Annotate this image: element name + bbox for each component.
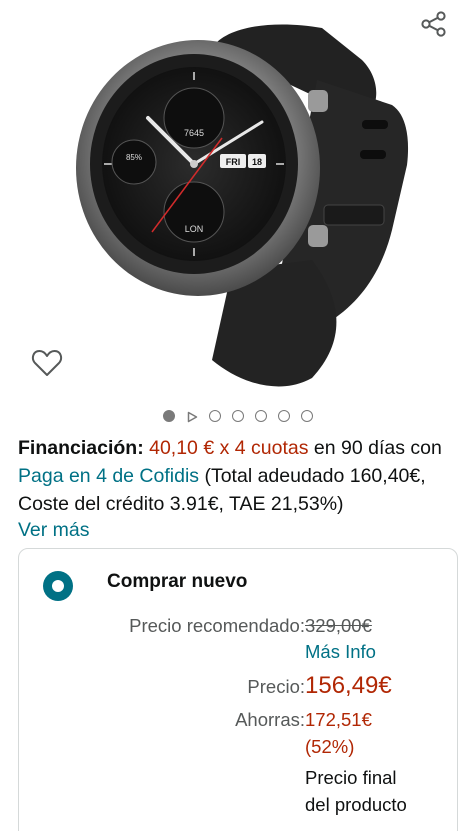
carousel-dot[interactable]: [254, 410, 267, 422]
subdial-bottom-value: LON: [185, 224, 204, 234]
carousel-video-indicator[interactable]: [185, 410, 198, 423]
crown-button-bottom: [308, 225, 328, 247]
heart-outline-icon: [31, 350, 63, 376]
cofidis-link[interactable]: Paga en 4 de Cofidis: [18, 465, 199, 487]
financing-quota: 40,10 € x 4 cuotas: [149, 437, 309, 459]
carousel-dot[interactable]: [231, 410, 244, 422]
strap-hole: [362, 120, 388, 129]
play-icon: [187, 411, 197, 423]
carousel-dot[interactable]: [277, 410, 290, 422]
buy-new-title: Comprar nuevo: [107, 571, 248, 592]
watch-image: 7645 85% LON FRI 18: [76, 24, 409, 387]
subdial-left-value: 85%: [126, 153, 142, 162]
strap-buckle: [323, 204, 385, 226]
subdial-top: [163, 87, 225, 149]
hand-pivot: [190, 160, 198, 168]
recommended-price-label: Precio recomendado:: [129, 615, 305, 636]
price-label: Precio:: [247, 676, 305, 697]
strap-hole: [360, 150, 386, 159]
product-image[interactable]: 7645 85% LON FRI 18: [62, 0, 412, 395]
final-price-note-line2: del producto: [305, 794, 407, 815]
more-info-link[interactable]: Más Info: [305, 639, 376, 665]
financing-text: en 90 días con: [308, 437, 442, 459]
day-text: FRI: [226, 157, 241, 167]
add-to-wishlist-button[interactable]: [28, 344, 66, 382]
product-image-gallery[interactable]: 7645 85% LON FRI 18: [0, 0, 475, 400]
crown-button-top: [308, 90, 328, 112]
carousel-indicator: [0, 408, 475, 424]
savings-label: Ahorras:: [235, 709, 305, 730]
subdial-left: [111, 139, 157, 185]
share-button[interactable]: [418, 8, 450, 40]
price-value: 156,49€: [305, 672, 392, 699]
savings-percent: (52%): [305, 736, 355, 757]
buy-new-radio[interactable]: [43, 571, 73, 601]
financing-label: Financiación:: [18, 437, 144, 459]
share-icon: [421, 11, 446, 37]
buy-new-option-card[interactable]: Comprar nuevo Precio recomendado: 329,00…: [18, 548, 458, 831]
radio-selected-dot: [52, 580, 64, 592]
final-price-note-line1: Precio final: [305, 767, 397, 788]
date-text: 18: [252, 157, 262, 167]
subdial-top-value: 7645: [184, 128, 204, 138]
carousel-dot[interactable]: [300, 410, 313, 422]
see-more-link[interactable]: Ver más: [18, 516, 90, 544]
carousel-dot[interactable]: [208, 410, 221, 422]
financing-info: Financiación: 40,10 € x 4 cuotas en 90 d…: [18, 434, 463, 518]
recommended-price: 329,00€: [305, 615, 372, 636]
carousel-dot-active[interactable]: [162, 410, 175, 422]
savings-amount: 172,51€: [305, 709, 372, 730]
